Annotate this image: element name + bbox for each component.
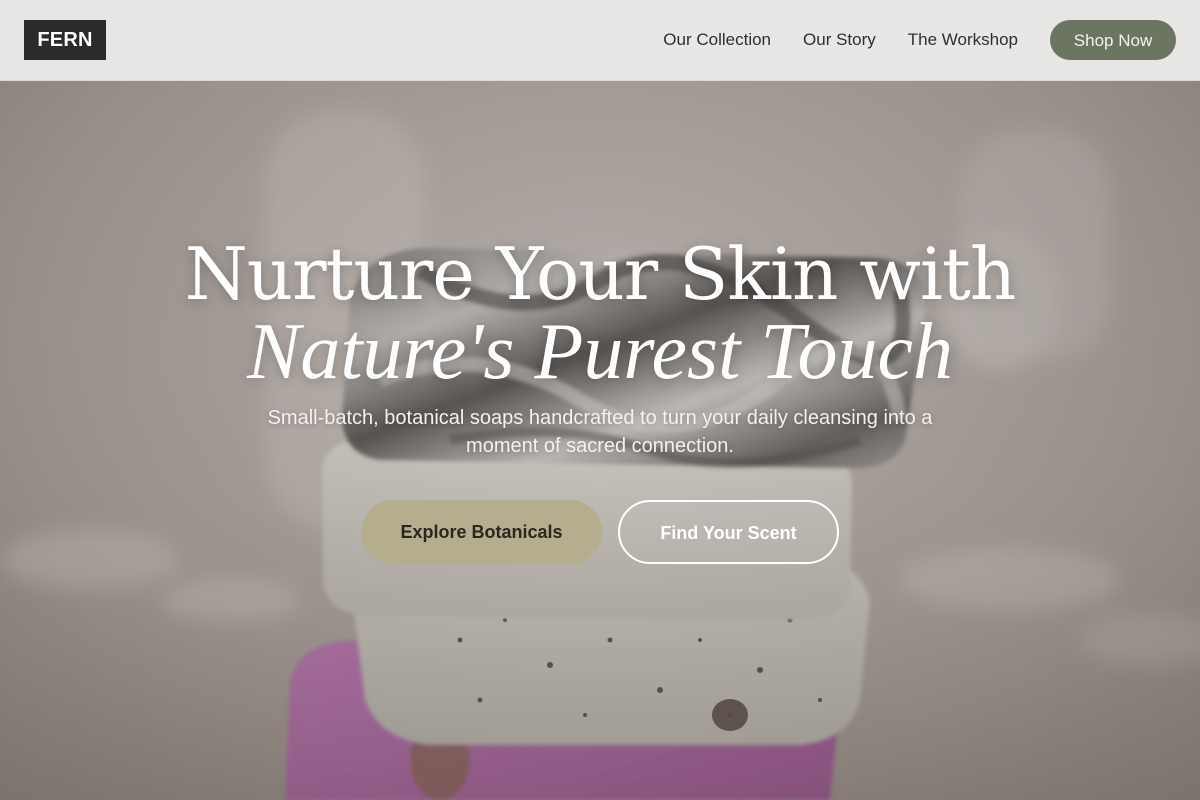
brand-logo[interactable]: FERN <box>24 20 106 60</box>
main-nav: Our Collection Our Story The Workshop Sh… <box>663 0 1176 80</box>
hero-section: Nurture Your Skin with Nature's Purest T… <box>0 0 1200 800</box>
shop-now-button[interactable]: Shop Now <box>1050 20 1176 60</box>
nav-link-our-collection[interactable]: Our Collection <box>663 30 771 50</box>
explore-botanicals-button[interactable]: Explore Botanicals <box>361 500 602 564</box>
find-your-scent-button[interactable]: Find Your Scent <box>618 500 839 564</box>
landing-page: FERN Our Collection Our Story The Worksh… <box>0 0 1200 800</box>
hero-title-line1: Nurture Your Skin with <box>184 232 1017 316</box>
hero-subtitle: Small-batch, botanical soaps handcrafted… <box>267 407 933 457</box>
hero-title-line2: Nature's Purest Touch <box>246 308 954 396</box>
hero-title: Nurture Your Skin with Nature's Purest T… <box>0 232 1200 396</box>
site-header: FERN Our Collection Our Story The Worksh… <box>0 0 1200 81</box>
nav-link-our-story[interactable]: Our Story <box>803 30 876 50</box>
nav-link-the-workshop[interactable]: The Workshop <box>908 30 1018 50</box>
